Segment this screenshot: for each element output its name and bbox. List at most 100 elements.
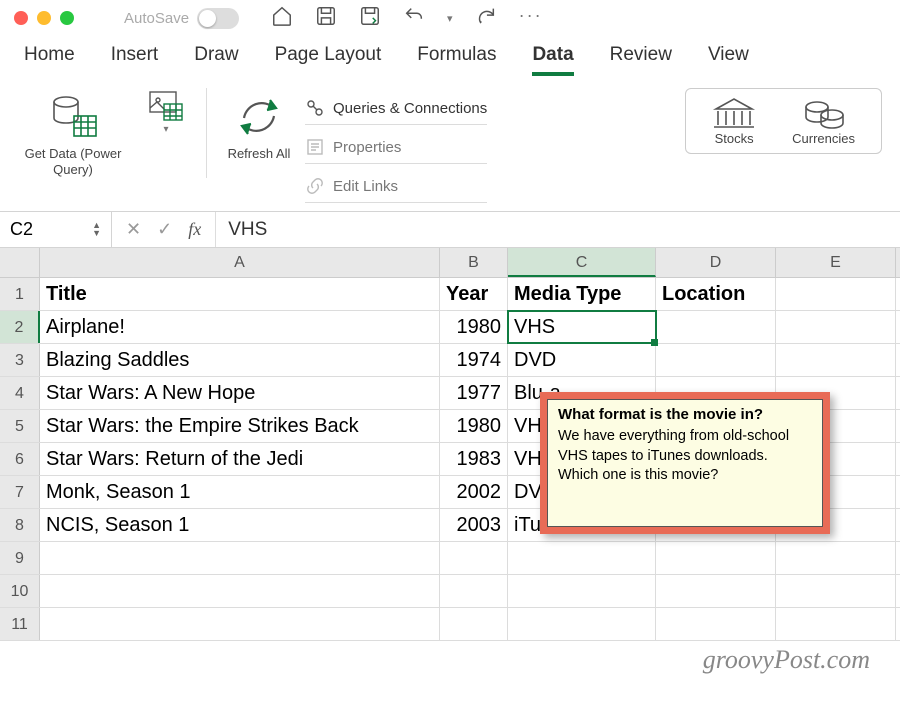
queries-connections-button[interactable]: Queries & Connections [305, 92, 487, 125]
currencies-button[interactable]: Currencies [792, 97, 855, 147]
properties-label: Properties [333, 139, 401, 156]
cell[interactable] [40, 608, 440, 640]
column-headers: A B C D E [0, 248, 900, 278]
row-header[interactable]: 9 [0, 542, 40, 574]
cell[interactable] [776, 311, 896, 343]
cell[interactable]: 1977 [440, 377, 508, 409]
cell[interactable]: Star Wars: A New Hope [40, 377, 440, 409]
bank-icon [712, 97, 756, 131]
undo-icon[interactable] [403, 5, 425, 32]
refresh-all-button[interactable]: Refresh All [227, 88, 291, 162]
more-icon[interactable]: ··· [519, 5, 543, 32]
cell[interactable] [656, 542, 776, 574]
row-header[interactable]: 6 [0, 443, 40, 475]
cell[interactable] [776, 344, 896, 376]
cell[interactable]: Location [656, 278, 776, 310]
cell[interactable] [440, 542, 508, 574]
data-types-group: Stocks Currencies [685, 88, 882, 154]
row-header[interactable]: 2 [0, 311, 40, 343]
cell[interactable] [656, 311, 776, 343]
select-all-corner[interactable] [0, 248, 40, 277]
toggle-switch-icon[interactable] [197, 8, 239, 29]
col-header-e[interactable]: E [776, 248, 896, 277]
save-as-icon[interactable] [359, 5, 381, 32]
fx-icon[interactable]: fx [188, 219, 201, 240]
cell[interactable]: Star Wars: Return of the Jedi [40, 443, 440, 475]
row-header[interactable]: 8 [0, 509, 40, 541]
tooltip-title: What format is the movie in? [558, 406, 812, 423]
cell[interactable] [440, 608, 508, 640]
cell[interactable]: 1980 [440, 410, 508, 442]
cell[interactable] [40, 575, 440, 607]
close-icon[interactable] [14, 11, 28, 25]
cell-selected[interactable]: VHS [508, 311, 656, 343]
row-header[interactable]: 10 [0, 575, 40, 607]
cell[interactable]: 1974 [440, 344, 508, 376]
cell[interactable] [776, 278, 896, 310]
redo-icon[interactable] [475, 5, 497, 32]
cell[interactable] [656, 575, 776, 607]
name-box[interactable]: C2 ▲▼ [0, 212, 112, 247]
cell[interactable] [776, 608, 896, 640]
save-icon[interactable] [315, 5, 337, 32]
cell[interactable]: 2002 [440, 476, 508, 508]
minimize-icon[interactable] [37, 11, 51, 25]
queries-label: Queries & Connections [333, 100, 487, 117]
cancel-icon[interactable]: ✕ [126, 219, 141, 240]
cell[interactable] [776, 575, 896, 607]
cell[interactable]: Media Type [508, 278, 656, 310]
row-header[interactable]: 7 [0, 476, 40, 508]
cell[interactable]: Airplane! [40, 311, 440, 343]
row-header[interactable]: 3 [0, 344, 40, 376]
cell[interactable] [656, 344, 776, 376]
row-header[interactable]: 5 [0, 410, 40, 442]
col-header-a[interactable]: A [40, 248, 440, 277]
chevron-down-icon[interactable]: ▾ [447, 12, 453, 25]
name-box-spinner[interactable]: ▲▼ [92, 222, 101, 236]
cell[interactable]: Monk, Season 1 [40, 476, 440, 508]
tab-draw[interactable]: Draw [194, 44, 238, 76]
cell[interactable]: 1983 [440, 443, 508, 475]
cell[interactable] [440, 575, 508, 607]
cell[interactable]: Blazing Saddles [40, 344, 440, 376]
tab-home[interactable]: Home [24, 44, 75, 76]
row-header[interactable]: 11 [0, 608, 40, 640]
from-picture-button[interactable]: ▾ [146, 88, 186, 135]
cell[interactable]: Year [440, 278, 508, 310]
autosave-label: AutoSave [124, 10, 189, 27]
cell[interactable] [776, 542, 896, 574]
autosave-toggle[interactable]: AutoSave [124, 8, 239, 29]
chevron-down-icon: ▾ [163, 124, 168, 135]
cell[interactable]: Title [40, 278, 440, 310]
home-icon[interactable] [271, 5, 293, 32]
cell[interactable] [656, 608, 776, 640]
tab-insert[interactable]: Insert [111, 44, 159, 76]
row-header[interactable]: 4 [0, 377, 40, 409]
tab-view[interactable]: View [708, 44, 749, 76]
currencies-label: Currencies [792, 131, 855, 147]
cell[interactable]: DVD [508, 344, 656, 376]
get-data-button[interactable]: Get Data (Power Query) [18, 88, 128, 177]
col-header-b[interactable]: B [440, 248, 508, 277]
cell[interactable]: 1980 [440, 311, 508, 343]
formula-input[interactable]: VHS [216, 219, 267, 241]
quick-access-toolbar: ▾ ··· [271, 5, 543, 32]
cell[interactable]: Star Wars: the Empire Strikes Back [40, 410, 440, 442]
cell[interactable]: 2003 [440, 509, 508, 541]
name-box-value: C2 [10, 219, 33, 240]
cell[interactable]: NCIS, Season 1 [40, 509, 440, 541]
tab-review[interactable]: Review [610, 44, 672, 76]
maximize-icon[interactable] [60, 11, 74, 25]
cell[interactable] [508, 575, 656, 607]
col-header-d[interactable]: D [656, 248, 776, 277]
tab-data[interactable]: Data [532, 44, 573, 76]
row-header[interactable]: 1 [0, 278, 40, 310]
cell[interactable] [40, 542, 440, 574]
col-header-c[interactable]: C [508, 248, 656, 277]
tab-formulas[interactable]: Formulas [417, 44, 496, 76]
cell[interactable] [508, 542, 656, 574]
enter-icon[interactable]: ✓ [157, 219, 172, 240]
tab-page-layout[interactable]: Page Layout [275, 44, 382, 76]
stocks-button[interactable]: Stocks [712, 97, 756, 147]
cell[interactable] [508, 608, 656, 640]
